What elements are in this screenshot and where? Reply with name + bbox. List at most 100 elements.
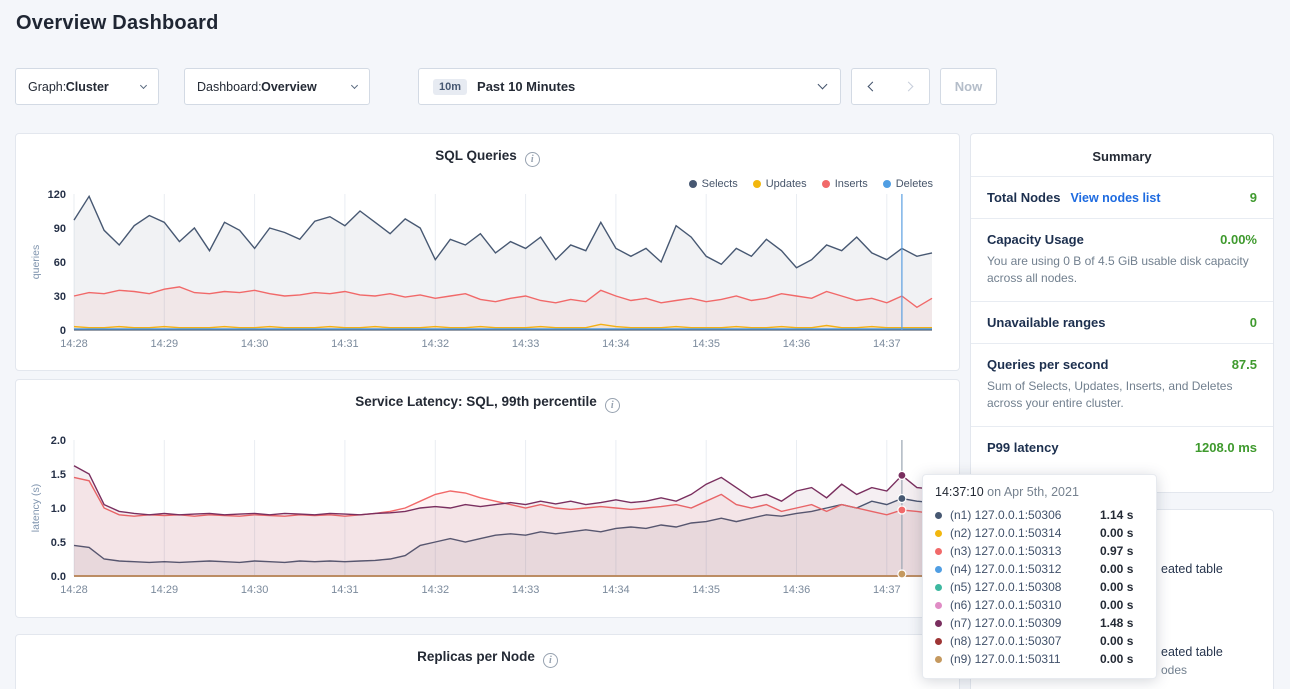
svg-text:14:28: 14:28: [60, 338, 88, 350]
tooltip-rows: (n1) 127.0.0.1:503061.14 s(n2) 127.0.0.1…: [935, 506, 1144, 668]
event-text-fragment: odes: [1161, 663, 1187, 677]
svg-text:0: 0: [60, 325, 66, 337]
summary-title: Summary: [971, 134, 1273, 177]
svg-text:14:29: 14:29: [151, 338, 179, 350]
svg-text:0.0: 0.0: [51, 571, 66, 583]
node-latency-value: 1.14 s: [1100, 508, 1133, 522]
svg-text:14:31: 14:31: [331, 338, 359, 350]
p99-latency-value: 1208.0 ms: [1195, 440, 1257, 455]
tooltip-node-row: (n8) 127.0.0.1:503070.00 s: [935, 632, 1144, 650]
page-title: Overview Dashboard: [16, 12, 219, 35]
p99-latency-label: P99 latency: [987, 440, 1059, 455]
svg-text:queries: queries: [30, 245, 42, 279]
sql-queries-header: SQL Queries i: [16, 148, 959, 167]
svg-text:14:32: 14:32: [422, 584, 450, 596]
svg-text:1.5: 1.5: [51, 469, 66, 481]
svg-text:14:37: 14:37: [873, 584, 901, 596]
svg-text:2.0: 2.0: [51, 435, 66, 447]
view-nodes-list-link[interactable]: View nodes list: [1070, 191, 1160, 205]
info-icon[interactable]: i: [525, 152, 540, 167]
graph-dropdown-value: Cluster: [66, 80, 109, 94]
node-address: (n2) 127.0.0.1:50314: [950, 526, 1100, 540]
svg-text:0.5: 0.5: [51, 537, 66, 549]
node-color-dot: [935, 638, 942, 645]
svg-text:14:33: 14:33: [512, 338, 540, 350]
replicas-header: Replicas per Node i: [16, 649, 959, 668]
chart-title: Replicas per Node: [417, 649, 535, 664]
sql-queries-panel: SQL Queriesi SelectsUpdatesInsertsDelete…: [15, 133, 960, 371]
graph-dropdown-label: Graph:: [28, 80, 66, 94]
time-range-selector[interactable]: 10m Past 10 Minutes: [418, 68, 841, 105]
service-latency-chart[interactable]: 14:2814:2914:3014:3114:3214:3314:3414:35…: [28, 432, 948, 602]
node-address: (n6) 127.0.0.1:50310: [950, 598, 1100, 612]
dashboard-dropdown-label: Dashboard:: [197, 80, 262, 94]
chart-hover-tooltip: 14:37:10 on Apr 5th, 2021 (n1) 127.0.0.1…: [922, 474, 1157, 679]
tooltip-node-row: (n1) 127.0.0.1:503061.14 s: [935, 506, 1144, 524]
svg-text:90: 90: [54, 223, 66, 235]
chart-title: Service Latency: SQL, 99th percentile: [355, 394, 597, 409]
sql-queries-chart[interactable]: 14:2814:2914:3014:3114:3214:3314:3414:35…: [28, 186, 948, 356]
chevron-right-icon: [903, 82, 913, 92]
time-prev-button[interactable]: [851, 68, 891, 105]
event-text-fragment: eated table: [1161, 562, 1223, 576]
total-nodes-value: 9: [1250, 190, 1257, 205]
svg-text:120: 120: [48, 189, 66, 201]
svg-text:14:34: 14:34: [602, 584, 630, 596]
summary-row-qps: Queries per second 87.5 Sum of Selects, …: [971, 344, 1273, 427]
capacity-usage-label: Capacity Usage: [987, 232, 1084, 247]
svg-text:14:30: 14:30: [241, 584, 269, 596]
node-address: (n1) 127.0.0.1:50306: [950, 508, 1100, 522]
info-icon[interactable]: i: [605, 398, 620, 413]
chart-title: SQL Queries: [435, 148, 517, 163]
tooltip-time: 14:37:10: [935, 485, 984, 499]
chevron-down-icon: [818, 80, 828, 90]
chevron-down-icon: [351, 81, 358, 88]
event-text-fragment: eated table: [1161, 645, 1223, 659]
qps-description: Sum of Selects, Updates, Inserts, and De…: [987, 378, 1257, 413]
node-latency-value: 0.00 s: [1100, 598, 1133, 612]
capacity-usage-description: You are using 0 B of 4.5 GiB usable disk…: [987, 253, 1257, 288]
summary-row-p99-latency: P99 latency 1208.0 ms: [971, 427, 1273, 468]
dashboard-dropdown-value: Overview: [261, 80, 317, 94]
svg-text:14:37: 14:37: [873, 338, 901, 350]
svg-text:60: 60: [54, 257, 66, 269]
time-next-button[interactable]: [890, 68, 930, 105]
tooltip-timestamp: 14:37:10 on Apr 5th, 2021: [935, 485, 1144, 499]
summary-row-capacity: Capacity Usage 0.00% You are using 0 B o…: [971, 219, 1273, 302]
svg-text:14:35: 14:35: [692, 338, 720, 350]
svg-text:14:32: 14:32: [422, 338, 450, 350]
svg-text:1.0: 1.0: [51, 503, 66, 515]
replicas-per-node-panel: Replicas per Node i: [15, 634, 960, 689]
summary-row-unavailable-ranges: Unavailable ranges 0: [971, 302, 1273, 344]
svg-text:14:36: 14:36: [783, 338, 811, 350]
tooltip-node-row: (n6) 127.0.0.1:503100.00 s: [935, 596, 1144, 614]
qps-value: 87.5: [1232, 357, 1257, 372]
graph-dropdown[interactable]: Graph: Cluster: [15, 68, 159, 105]
node-color-dot: [935, 512, 942, 519]
node-latency-value: 1.48 s: [1100, 616, 1133, 630]
summary-row-total-nodes: Total Nodes View nodes list 9: [971, 177, 1273, 219]
summary-panel: Summary Total Nodes View nodes list 9 Ca…: [970, 133, 1274, 493]
overview-dashboard-page: Overview Dashboard Graph: Cluster Dashbo…: [0, 0, 1290, 689]
now-button[interactable]: Now: [940, 68, 997, 105]
time-range-badge: 10m: [433, 79, 467, 95]
node-latency-value: 0.00 s: [1100, 562, 1133, 576]
svg-text:14:31: 14:31: [331, 584, 359, 596]
svg-text:30: 30: [54, 291, 66, 303]
node-color-dot: [935, 620, 942, 627]
info-icon[interactable]: i: [543, 653, 558, 668]
node-address: (n9) 127.0.0.1:50311: [950, 652, 1100, 666]
node-latency-value: 0.00 s: [1100, 634, 1133, 648]
service-latency-panel: Service Latency: SQL, 99th percentile i 1…: [15, 379, 960, 618]
node-address: (n8) 127.0.0.1:50307: [950, 634, 1100, 648]
node-address: (n3) 127.0.0.1:50313: [950, 544, 1100, 558]
total-nodes-label: Total Nodes: [987, 190, 1060, 205]
node-latency-value: 0.00 s: [1100, 526, 1133, 540]
node-latency-value: 0.00 s: [1100, 580, 1133, 594]
tooltip-node-row: (n5) 127.0.0.1:503080.00 s: [935, 578, 1144, 596]
dashboard-dropdown[interactable]: Dashboard: Overview: [184, 68, 370, 105]
svg-text:14:30: 14:30: [241, 338, 269, 350]
node-address: (n7) 127.0.0.1:50309: [950, 616, 1100, 630]
node-color-dot: [935, 566, 942, 573]
svg-text:latency (s): latency (s): [30, 484, 42, 532]
